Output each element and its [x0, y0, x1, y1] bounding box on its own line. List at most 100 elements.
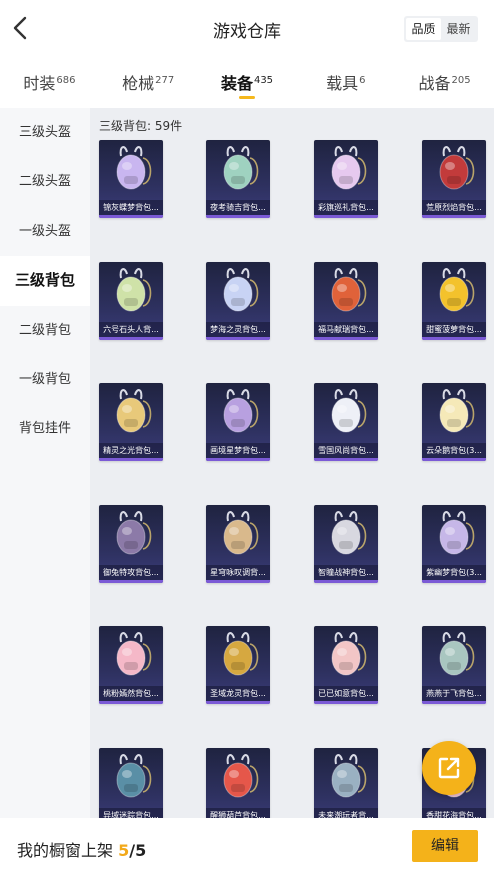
tab-equipment[interactable]: 装备435 [198, 58, 297, 106]
backpack-icon [439, 267, 475, 311]
backpack-icon [116, 510, 152, 554]
quality-bar [206, 336, 270, 340]
backpack-icon [331, 632, 367, 676]
item-card[interactable]: 异域迷踪背包... [99, 747, 163, 818]
backpack-icon [331, 510, 367, 554]
item-name: 智瞳战神背包... [314, 564, 378, 580]
item-name: 画境星梦背包... [206, 443, 270, 458]
quality-bar [99, 458, 163, 461]
item-card[interactable]: 精灵之光背包... [99, 383, 163, 461]
item-name: 夜考骑吉背包... [206, 200, 270, 215]
sort-option-quality[interactable]: 品质 [406, 18, 441, 40]
sidebar-item-lv2-backpack[interactable]: 二级背包 [0, 306, 90, 355]
quality-bar [99, 579, 163, 583]
showcase-total: /5 [129, 841, 147, 860]
item-name: 御兔特攻背包... [99, 564, 163, 580]
quality-bar [422, 701, 486, 704]
backpack-icon [223, 510, 259, 554]
item-card[interactable]: 已已如意背包... [314, 626, 378, 704]
item-card[interactable]: 紫幽梦背包(3... [422, 504, 486, 583]
item-card[interactable]: 彩旗巡礼背包... [314, 140, 378, 218]
item-card[interactable]: 梦海之灵背包... [206, 261, 270, 340]
tab-count: 686 [56, 74, 76, 86]
item-card[interactable]: 夜考骑吉背包... [206, 140, 270, 218]
tab-label: 枪械 [122, 74, 155, 93]
item-card[interactable]: 星穹咏叹调背... [206, 504, 270, 583]
sidebar-item-lv3-backpack[interactable]: 三级背包 [0, 256, 90, 306]
item-name: 云朵鹅背包(3... [422, 443, 486, 458]
quality-bar [99, 215, 163, 218]
backpack-icon [223, 389, 259, 433]
item-name: 圣域龙灵背包... [206, 686, 270, 701]
item-card[interactable]: 未来潮玩者背... [314, 747, 378, 818]
tab-label: 装备 [220, 74, 253, 93]
showcase-status: 我的橱窗上架 5/5 [17, 837, 146, 861]
item-name: 福马献瑞背包... [314, 321, 378, 337]
tab-count: 6 [359, 74, 366, 86]
item-card[interactable]: 智瞳战神背包... [314, 504, 378, 583]
item-name: 未来潮玩者背... [314, 807, 378, 818]
sort-option-latest[interactable]: 最新 [441, 18, 476, 40]
item-card[interactable]: 雪国风尚背包... [314, 383, 378, 461]
backpack-icon [331, 267, 367, 311]
item-card[interactable]: 醒狮葫芦背包... [206, 747, 270, 818]
backpack-icon [116, 146, 152, 190]
quality-bar [206, 458, 270, 461]
item-card[interactable]: 六号石头人背... [99, 261, 163, 340]
item-name: 异域迷踪背包... [99, 807, 163, 818]
quality-bar [99, 701, 163, 704]
share-button[interactable] [422, 741, 476, 795]
backpack-icon [116, 267, 152, 311]
backpack-icon [116, 389, 152, 433]
item-card[interactable]: 甜蜜菠萝背包... [422, 261, 486, 340]
quality-bar [206, 701, 270, 704]
quality-bar [314, 336, 378, 340]
item-name: 香甜花海背包... [422, 807, 486, 818]
item-card[interactable]: 锦灰蝶梦背包... [99, 140, 163, 218]
item-card[interactable]: 御兔特攻背包... [99, 504, 163, 583]
item-card[interactable]: 云朵鹅背包(3... [422, 383, 486, 461]
item-name: 紫幽梦背包(3... [422, 564, 486, 580]
tab-vehicles[interactable]: 载具6 [296, 58, 395, 106]
active-tab-indicator [238, 96, 255, 99]
quality-bar [314, 579, 378, 583]
tab-label: 战备 [418, 74, 451, 93]
tab-label: 时装 [23, 74, 56, 93]
item-card[interactable]: 燕燕于飞背包... [422, 626, 486, 704]
backpack-icon [116, 632, 152, 676]
showcase-current-count: 5 [118, 841, 130, 860]
section-title: 三级背包: 59件 [99, 119, 183, 133]
tab-guns[interactable]: 枪械277 [99, 58, 198, 106]
item-name: 桃粉嫣然背包... [99, 686, 163, 701]
footer-bar: 我的橱窗上架 5/5 编辑 [0, 818, 494, 875]
sidebar: 三级头盔 二级头盔 一级头盔 三级背包 二级背包 一级背包 背包挂件 [0, 108, 90, 818]
item-card[interactable]: 荒原烈焰背包... [422, 140, 486, 218]
item-list-panel[interactable]: 三级背包: 59件 锦灰蝶梦背包... 夜考骑吉背包... 彩旗巡礼背包... 荒原烈… [90, 108, 494, 818]
backpack-icon [439, 389, 475, 433]
sort-toggle[interactable]: 品质 最新 [404, 16, 478, 42]
quality-bar [99, 336, 163, 340]
tab-label: 载具 [326, 74, 359, 93]
quality-bar [206, 579, 270, 583]
category-tabs: 时装686 枪械277 装备435 载具6 战备205 [0, 58, 494, 106]
sidebar-item-lv3-helmet[interactable]: 三级头盔 [0, 108, 90, 157]
quality-bar [314, 701, 378, 704]
quality-bar [422, 579, 486, 583]
item-name: 六号石头人背... [99, 321, 163, 337]
item-card[interactable]: 福马献瑞背包... [314, 261, 378, 340]
item-card[interactable]: 圣域龙灵背包... [206, 626, 270, 704]
edit-button[interactable]: 编辑 [412, 830, 478, 862]
item-name: 甜蜜菠萝背包... [422, 321, 486, 337]
tab-supplies[interactable]: 战备205 [395, 58, 494, 106]
sidebar-item-backpack-charm[interactable]: 背包挂件 [0, 404, 90, 453]
sidebar-item-lv1-backpack[interactable]: 一级背包 [0, 355, 90, 404]
backpack-icon [439, 510, 475, 554]
sidebar-item-lv1-helmet[interactable]: 一级头盔 [0, 207, 90, 256]
item-card[interactable]: 画境星梦背包... [206, 383, 270, 461]
external-link-icon [438, 757, 460, 779]
backpack-icon [331, 389, 367, 433]
sidebar-item-lv2-helmet[interactable]: 二级头盔 [0, 157, 90, 206]
item-name: 锦灰蝶梦背包... [99, 200, 163, 215]
tab-fashion[interactable]: 时装686 [0, 58, 99, 106]
item-card[interactable]: 桃粉嫣然背包... [99, 626, 163, 704]
